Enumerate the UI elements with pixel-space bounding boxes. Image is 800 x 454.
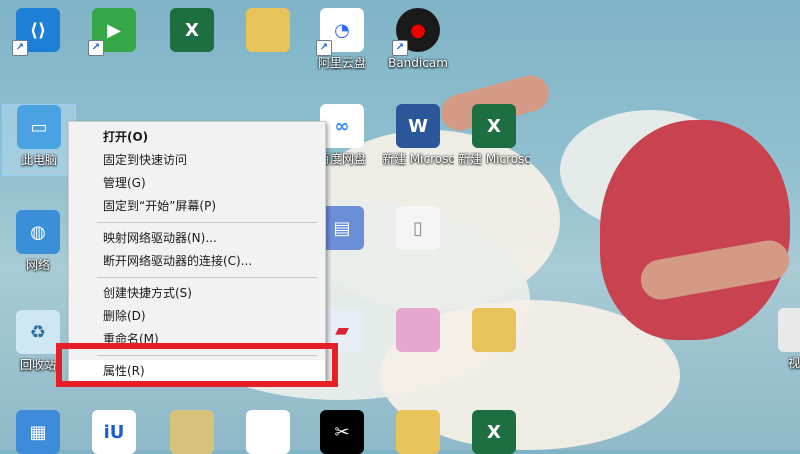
desktop-icon-control[interactable]: ▦ [2,410,74,454]
desktop-icon-label: 新建 Microsoft [458,152,530,166]
shortcut-arrow-icon: ↗ [316,40,332,56]
aliyun-icon: ◔ ↗ [316,8,364,56]
desktop-icon-label: 此电脑 [20,153,57,167]
video-icon [778,308,800,352]
desktop-icon-network[interactable]: ◍ 网络 [2,210,74,273]
iu-icon: iU [92,410,136,454]
desktop-icon-label: 新建 Microsoft [382,152,454,166]
desktop-icon-folder-top[interactable] [232,8,304,52]
desktop-icon-capcut[interactable]: ✂ [306,410,378,454]
wallpaper-figure-dress [600,120,790,340]
this-pc-icon: ▭ [17,105,61,149]
desktop-icon-phone[interactable]: ▯ [382,206,454,250]
menu-item-1[interactable]: 固定到快速访问 [69,149,325,171]
control-icon: ▦ [16,410,60,454]
desktop-icon-label: Bandicam [388,56,448,70]
desktop-icon-bandicam[interactable]: ● ↗ Bandicam [382,8,454,71]
desktop-icon-label: 阿里云盘 [317,56,366,70]
desktop-icon-word-new[interactable]: W 新建 Microsoft [382,104,454,167]
desktop-icon-folder-mid[interactable] [458,308,530,352]
menu-item-6[interactable]: 断开网络驱动器的连接(C)... [69,250,325,272]
word-new-icon: W [396,104,440,148]
desktop-icon-video[interactable]: 视频 [764,308,800,371]
vscode-icon: ⟨⟩ ↗ [12,8,60,56]
desktop-icon-green-app[interactable]: ▶ ↗ [78,8,150,56]
bandicam-icon: ● ↗ [392,8,440,56]
pink-image-icon [396,308,440,352]
menu-item-0[interactable]: 打开(O) [69,126,325,148]
recycle-icon: ♻ [16,310,60,354]
highlight-box [56,343,338,387]
excel-bottom-icon: X [472,410,516,454]
desktop-icon-excel-bottom[interactable]: X [458,410,530,454]
shortcut-arrow-icon: ↗ [88,40,104,56]
menu-item-2[interactable]: 管理(G) [69,172,325,194]
menu-item-8[interactable]: 创建快捷方式(S) [69,282,325,304]
desktop-icon-excel-new[interactable]: X 新建 Microsoft [458,104,530,167]
menu-separator [97,277,317,278]
network-icon: ◍ [16,210,60,254]
green-app-icon: ▶ ↗ [88,8,136,56]
folder-bottom-icon [396,410,440,454]
desktop-icon-aliyun[interactable]: ◔ ↗ 阿里云盘 [306,8,378,71]
desktop-icon-pink-image[interactable] [382,308,454,352]
shortcut-arrow-icon: ↗ [12,40,28,56]
excel-top-icon: X [170,8,214,52]
desktop-icon-this-pc[interactable]: ▭ 此电脑 [2,104,76,176]
book-icon [170,410,214,454]
shortcut-arrow-icon: ↗ [392,40,408,56]
desktop-icon-book[interactable] [156,410,228,454]
desktop-icon-doc[interactable] [232,410,304,454]
desktop-icon-label: 网络 [25,258,50,272]
menu-item-3[interactable]: 固定到“开始”屏幕(P) [69,195,325,217]
baidu-icon: ∞ [320,104,364,148]
desktop-icon-vscode[interactable]: ⟨⟩ ↗ [2,8,74,56]
context-menu: 打开(O) 固定到快速访问 管理(G) 固定到“开始”屏幕(P) 映射网络驱动器(N).… [68,121,326,382]
desktop-icon-folder-bottom[interactable] [382,410,454,454]
desktop-icon-label: 视频 [787,356,800,370]
phone-icon: ▯ [396,206,440,250]
menu-item-5[interactable]: 映射网络驱动器(N)... [69,227,325,249]
desktop-icon-excel-top[interactable]: X [156,8,228,52]
excel-new-icon: X [472,104,516,148]
folder-top-icon [246,8,290,52]
desktop-icon-iu[interactable]: iU [78,410,150,454]
winrar-icon: ▤ [320,206,364,250]
folder-mid-icon [472,308,516,352]
capcut-icon: ✂ [320,410,364,454]
menu-item-9[interactable]: 删除(D) [69,305,325,327]
menu-separator [97,222,317,223]
doc-icon [246,410,290,454]
